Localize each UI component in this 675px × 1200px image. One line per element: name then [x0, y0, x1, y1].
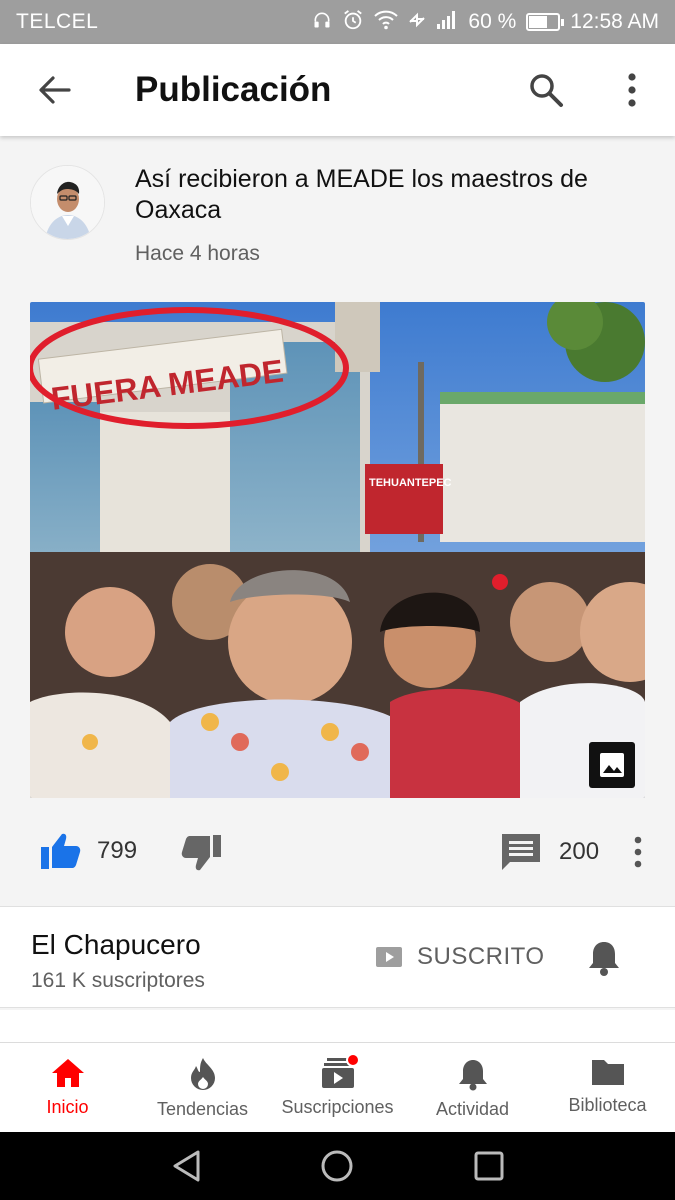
more-vert-icon: [628, 73, 636, 107]
subscribed-label: SUSCRITO: [417, 943, 545, 970]
post-more-button[interactable]: [634, 836, 642, 868]
post-text: Así recibieron a MEADE los maestros de O…: [135, 165, 588, 224]
bell-icon: [458, 1060, 487, 1091]
app-bar: Publicación: [0, 44, 675, 136]
back-button[interactable]: [0, 44, 108, 136]
nav-subscriptions[interactable]: Suscripciones: [270, 1043, 405, 1132]
square-recents-icon: [474, 1151, 504, 1181]
back-arrow-icon: [39, 76, 71, 104]
post-image[interactable]: FUERA MEADE TEHUANTEPEC: [30, 302, 645, 798]
more-options-button[interactable]: [589, 44, 675, 136]
bottom-navigation: Inicio Tendencias Suscripciones Activida…: [0, 1042, 675, 1132]
nav-label: Tendencias: [156, 1099, 249, 1119]
system-navigation-bar: [0, 1132, 675, 1200]
post-time: Hace 4 horas: [135, 242, 260, 265]
carrier-name: TELCEL: [16, 10, 99, 33]
comment-count: 200: [559, 838, 600, 865]
like-count: 799: [97, 837, 138, 864]
nav-activity[interactable]: Actividad: [405, 1043, 540, 1132]
fire-icon: [190, 1058, 215, 1090]
sign-text: TEHUANTEPEC: [369, 477, 452, 489]
signal-icon: [436, 10, 458, 35]
like-button[interactable]: 799: [40, 832, 137, 870]
battery-icon: [526, 13, 565, 31]
system-recents-button[interactable]: [459, 1136, 519, 1196]
data-icon: [408, 12, 426, 33]
battery-level-fill: [529, 16, 548, 28]
channel-avatar[interactable]: [30, 165, 105, 240]
folder-icon: [591, 1060, 624, 1085]
wifi-icon: [374, 10, 399, 35]
nav-label: Inicio: [46, 1097, 89, 1117]
channel-row[interactable]: El Chapucero 161 K suscriptores SUSCRITO: [0, 906, 675, 1008]
circle-home-icon: [321, 1150, 353, 1182]
nav-home[interactable]: Inicio: [0, 1043, 135, 1132]
battery-percent: 60 %: [468, 10, 517, 33]
notification-bell-button[interactable]: [586, 939, 622, 982]
comments-button[interactable]: 200: [500, 832, 599, 872]
headphones-icon: [312, 10, 332, 35]
nav-label: Actividad: [435, 1099, 510, 1119]
dislike-button[interactable]: [180, 834, 222, 872]
page-title: Publicación: [135, 70, 332, 109]
channel-name[interactable]: El Chapucero: [31, 929, 201, 961]
subscribed-button[interactable]: SUSCRITO: [375, 943, 545, 971]
bell-icon: [589, 942, 619, 976]
system-back-button[interactable]: [156, 1136, 216, 1196]
post-actions: 799 200: [0, 822, 675, 884]
search-button[interactable]: [503, 44, 589, 136]
play-box-icon: [376, 947, 402, 967]
alarm-icon: [342, 9, 364, 36]
channel-subscriber-count: 161 K suscriptores: [31, 969, 205, 992]
status-time: 12:58 AM: [570, 10, 659, 33]
home-icon: [51, 1059, 84, 1087]
more-vert-icon: [634, 836, 642, 868]
comment-icon: [502, 834, 540, 870]
triangle-back-icon: [173, 1150, 200, 1182]
thumbs-down-icon: [181, 835, 221, 871]
nav-label: Biblioteca: [568, 1095, 647, 1115]
thumbs-up-icon: [41, 833, 81, 869]
nav-trending[interactable]: Tendencias: [135, 1043, 270, 1132]
status-bar: TELCEL 60 % 12:58 AM: [0, 0, 675, 44]
post-header: Así recibieron a MEADE los maestros de O…: [0, 140, 675, 300]
nav-label: Suscripciones: [281, 1097, 394, 1117]
nav-library[interactable]: Biblioteca: [540, 1043, 675, 1132]
image-icon: [589, 742, 635, 788]
system-home-button[interactable]: [307, 1136, 367, 1196]
next-card-peek: [0, 1010, 675, 1044]
new-content-dot: [346, 1053, 360, 1067]
search-icon: [530, 74, 563, 107]
